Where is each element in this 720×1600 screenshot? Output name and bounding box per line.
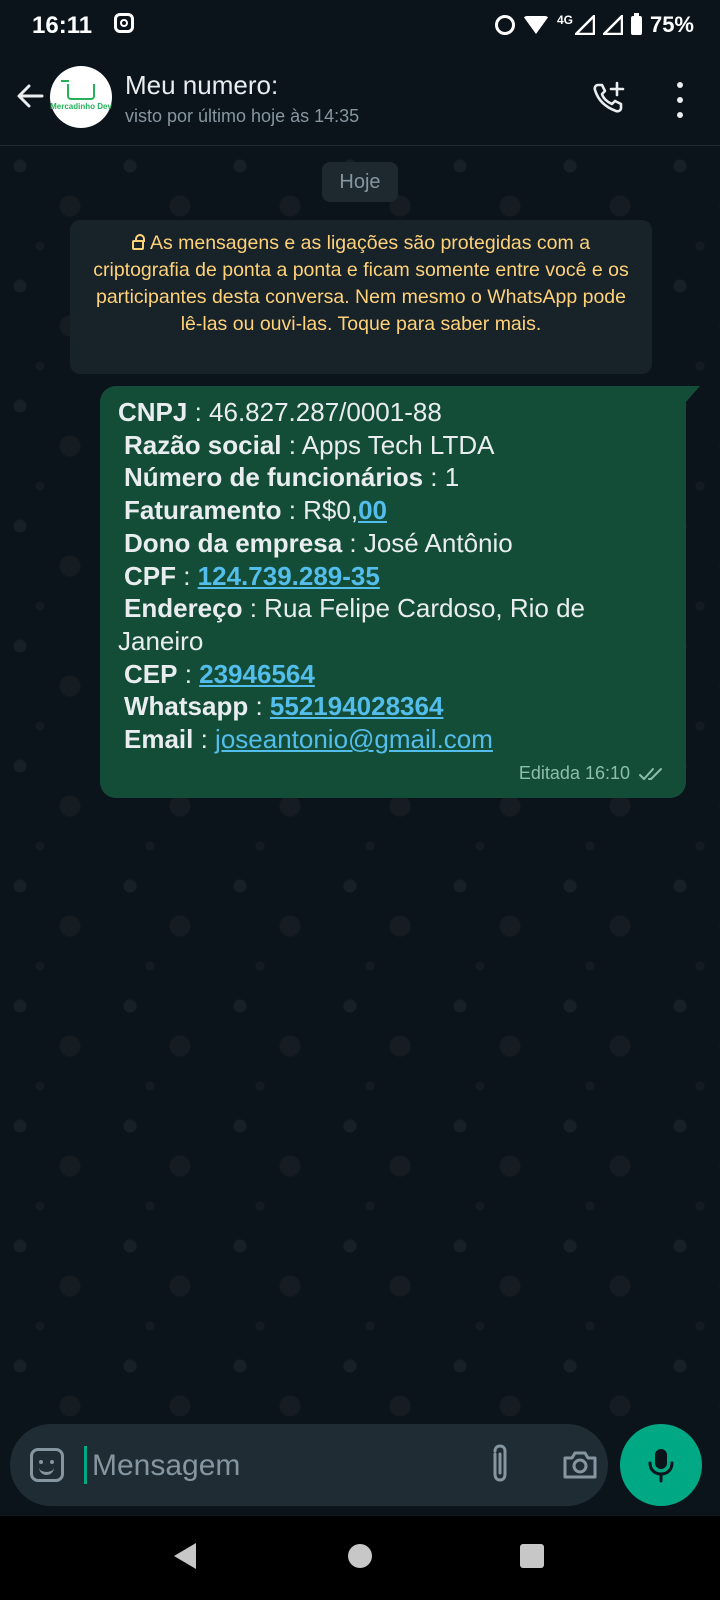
email-link[interactable]: joseantonio@gmail.com bbox=[215, 724, 493, 754]
double-check-icon bbox=[639, 767, 662, 780]
avatar[interactable]: Mercadinho Dev bbox=[50, 66, 112, 128]
message-line-cep: CEP : 23946564 bbox=[124, 658, 315, 689]
message-line-cnpj: CNPJ : 46.827.287/0001-88 bbox=[118, 397, 442, 427]
battery-percent: 75% bbox=[649, 12, 694, 37]
nav-home-icon[interactable] bbox=[348, 1544, 372, 1568]
camera-icon[interactable] bbox=[562, 1450, 598, 1480]
encryption-notice-text: As mensagens e as ligações são protegida… bbox=[93, 232, 629, 335]
message-line-dono: Dono da empresa : José Antônio bbox=[124, 527, 513, 558]
message-timestamp: Editada 16:10 bbox=[518, 763, 630, 784]
cart-icon bbox=[61, 79, 95, 100]
encryption-notice[interactable]: As mensagens e as ligações são protegida… bbox=[70, 220, 652, 374]
lock-icon bbox=[131, 234, 145, 250]
last-seen: visto por último hoje às 14:35 bbox=[125, 106, 360, 126]
message-line-faturamento: Faturamento : R$0,00 bbox=[124, 495, 387, 526]
nav-back-icon[interactable] bbox=[174, 1543, 196, 1569]
outgoing-message[interactable]: CNPJ : 46.827.287/0001-88 Razão social :… bbox=[100, 386, 686, 798]
message-meta: Editada 16:10 bbox=[519, 757, 668, 790]
text-cursor bbox=[84, 1446, 87, 1484]
instagram-notification-icon bbox=[114, 13, 134, 33]
add-call-icon[interactable] bbox=[590, 80, 626, 116]
signal-icon-2 bbox=[602, 15, 623, 35]
avatar-label: Mercadinho Dev bbox=[50, 101, 112, 111]
paperclip-icon[interactable] bbox=[486, 1442, 514, 1486]
cep-link[interactable]: 23946564 bbox=[199, 659, 315, 689]
message-line-endereco: Endereço : Rua Felipe Cardoso, Rio de Ja… bbox=[118, 593, 586, 656]
status-time: 16:11 bbox=[32, 12, 93, 39]
contact-name[interactable]: Meu numero: bbox=[125, 70, 278, 101]
wifi-icon bbox=[522, 16, 549, 34]
signal-icon bbox=[574, 15, 595, 35]
message-line-email: Email : joseantonio@gmail.com bbox=[124, 724, 493, 755]
message-line-cpf: CPF : 124.739.289-35 bbox=[124, 560, 380, 591]
network-type: 4G bbox=[556, 13, 573, 27]
whatsapp-link[interactable]: 552194028364 bbox=[270, 691, 444, 721]
message-composer bbox=[10, 1424, 608, 1506]
mic-icon bbox=[648, 1449, 674, 1483]
message-line-funcionarios: Número de funcionários : 1 bbox=[124, 462, 460, 493]
emoji-icon[interactable] bbox=[30, 1448, 64, 1482]
arrow-left-icon[interactable] bbox=[14, 80, 46, 112]
date-separator: Hoje bbox=[322, 162, 398, 202]
cpf-link[interactable]: 124.739.289-35 bbox=[198, 561, 380, 591]
status-icons: 4G 75% bbox=[494, 12, 694, 38]
system-nav-bar bbox=[0, 1516, 720, 1600]
nav-recents-icon[interactable] bbox=[520, 1544, 544, 1568]
message-line-whatsapp: Whatsapp : 552194028364 bbox=[124, 691, 444, 722]
alarm-icon bbox=[494, 15, 515, 35]
battery-icon bbox=[630, 12, 642, 35]
mic-button[interactable] bbox=[620, 1424, 702, 1506]
bubble-tail bbox=[686, 386, 700, 402]
chat-area[interactable]: Hoje As mensagens e as ligações são prot… bbox=[0, 146, 720, 1416]
more-vert-icon[interactable] bbox=[672, 82, 688, 118]
message-line-razao: Razão social : Apps Tech LTDA bbox=[124, 429, 495, 460]
chat-header: Mercadinho Dev Meu numero: visto por últ… bbox=[0, 50, 720, 146]
status-bar: 16:11 4G 75% bbox=[0, 0, 720, 50]
message-input[interactable] bbox=[90, 1440, 474, 1492]
faturamento-link[interactable]: 00 bbox=[358, 495, 387, 525]
